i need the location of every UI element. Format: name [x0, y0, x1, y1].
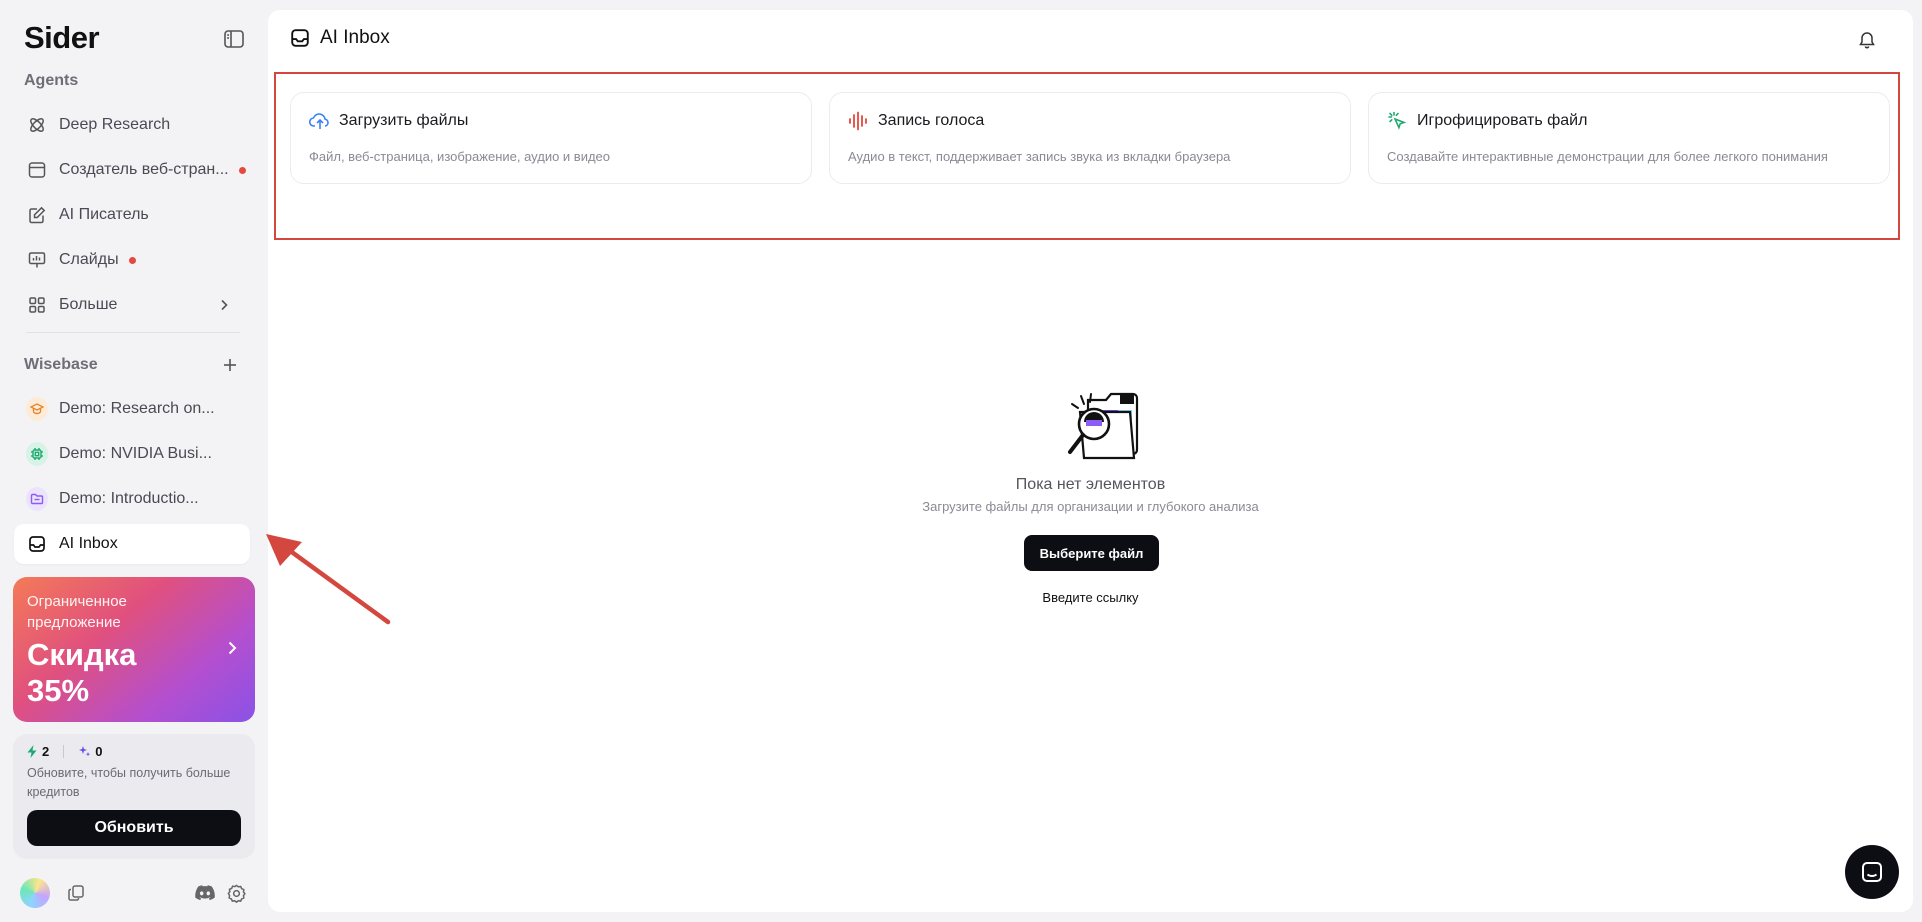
- empty-state-title: Пока нет элементов: [1015, 476, 1166, 493]
- sidebar-item-label: Больше: [59, 296, 118, 313]
- sidebar-item-label: AI Писатель: [59, 206, 149, 223]
- sidebar-item-demo-nvidia[interactable]: Demo: NVIDIA Busi...: [14, 434, 250, 474]
- agents-section-label: Agents: [24, 72, 79, 89]
- sparkle-click-icon: [1388, 111, 1407, 130]
- folder-icon: [26, 487, 48, 511]
- add-wisebase-icon[interactable]: [220, 355, 240, 375]
- promo-discount: Скидка 35%: [27, 637, 137, 708]
- deep-research-icon: [26, 114, 48, 136]
- promo-subtitle: Ограниченное предложение: [27, 593, 127, 631]
- card-subtitle: Аудио в текст, поддерживает запись звука…: [848, 149, 1231, 164]
- bell-icon[interactable]: [1857, 30, 1877, 50]
- promo-banner[interactable]: Ограниченное предложение Скидка 35%: [13, 577, 255, 722]
- annotation-arrow-icon: [266, 534, 391, 625]
- sidebar-item-label: Создатель веб-стран...: [59, 161, 229, 178]
- fast-credits-count: 2: [42, 744, 50, 759]
- empty-state-subtitle: Загрузите файлы для организации и глубок…: [922, 499, 1259, 514]
- upload-files-card[interactable]: Загрузить файлы Файл, веб-страница, изоб…: [290, 92, 812, 184]
- advanced-credits-count: 0: [95, 744, 103, 759]
- sidebar-item-label: Demo: NVIDIA Busi...: [59, 445, 212, 462]
- sparkle-icon: [79, 746, 91, 757]
- sidebar-item-label: Слайды: [59, 251, 119, 268]
- main-panel: AI Inbox Загрузить файлы Файл, веб-стран…: [268, 10, 1913, 912]
- sidebar-item-web-creator[interactable]: Создатель веб-стран...: [14, 150, 250, 190]
- upgrade-button[interactable]: Обновить: [27, 810, 241, 846]
- chat-support-button[interactable]: [1845, 845, 1899, 899]
- sidebar-item-demo-introduction[interactable]: Demo: Introductio...: [14, 479, 250, 519]
- sidebar-item-label: AI Inbox: [59, 535, 118, 552]
- copy-icon[interactable]: [64, 881, 88, 905]
- sidebar-item-deep-research[interactable]: Deep Research: [14, 105, 250, 145]
- sidebar-toggle-icon[interactable]: [224, 30, 244, 48]
- voice-wave-icon: [849, 111, 867, 131]
- chat-icon: [1862, 862, 1882, 882]
- notification-dot: [238, 166, 246, 174]
- divider: [26, 332, 240, 333]
- credits-row: 2 0: [27, 744, 102, 759]
- wisebase-section-label: Wisebase: [24, 356, 98, 373]
- chip-icon: [26, 442, 48, 466]
- sidebar-item-slides[interactable]: Слайды: [14, 240, 250, 280]
- grid-icon: [26, 294, 48, 316]
- sidebar-item-ai-writer[interactable]: AI Писатель: [14, 195, 250, 235]
- discord-icon[interactable]: [193, 881, 217, 905]
- sidebar-item-label: Deep Research: [59, 116, 171, 133]
- cloud-upload-icon: [309, 113, 329, 129]
- gamify-file-card[interactable]: Игрофицировать файл Создавайте интеракти…: [1368, 92, 1890, 184]
- page-title: AI Inbox: [320, 27, 390, 48]
- empty-folder-magnifier-illustration: [1068, 392, 1139, 460]
- choose-file-button[interactable]: Выберите файл: [1024, 535, 1159, 571]
- writer-icon: [26, 204, 48, 226]
- lightning-icon: [27, 745, 37, 758]
- card-subtitle: Создавайте интерактивные демонстрации дл…: [1387, 149, 1828, 164]
- sidebar-item-label: Demo: Research on...: [59, 400, 215, 417]
- credits-description: Обновите, чтобы получить больше кредитов: [27, 766, 231, 799]
- settings-icon[interactable]: [224, 881, 248, 905]
- voice-record-card[interactable]: Запись голоса Аудио в текст, поддерживае…: [829, 92, 1351, 184]
- credits-panel: 2 0 Обновите, чтобы получить больше кред…: [13, 734, 255, 859]
- notification-dot: [128, 256, 136, 264]
- card-subtitle: Файл, веб-страница, изображение, аудио и…: [309, 149, 611, 164]
- chevron-right-icon: [228, 641, 237, 655]
- web-creator-icon: [26, 159, 48, 181]
- sidebar-item-label: Demo: Introductio...: [59, 490, 199, 507]
- card-title: Запись голоса: [878, 112, 985, 129]
- app-logo: Sider: [24, 20, 100, 55]
- inbox-icon: [291, 29, 309, 47]
- page-header: AI Inbox: [290, 27, 390, 49]
- sidebar-item-more[interactable]: Больше: [14, 285, 250, 325]
- sidebar: Sider Agents Deep Research Создатель веб…: [0, 0, 268, 922]
- sidebar-item-ai-inbox[interactable]: AI Inbox: [14, 524, 250, 564]
- sidebar-item-demo-research[interactable]: Demo: Research on...: [14, 389, 250, 429]
- card-title: Загрузить файлы: [339, 112, 469, 129]
- enter-link-button[interactable]: Введите ссылку: [268, 590, 1913, 605]
- graduation-cap-icon: [26, 397, 48, 421]
- avatar[interactable]: [20, 878, 50, 908]
- inbox-icon: [26, 533, 48, 555]
- card-title: Игрофицировать файл: [1417, 112, 1588, 129]
- slides-icon: [26, 249, 48, 271]
- chevron-right-icon: [221, 299, 228, 311]
